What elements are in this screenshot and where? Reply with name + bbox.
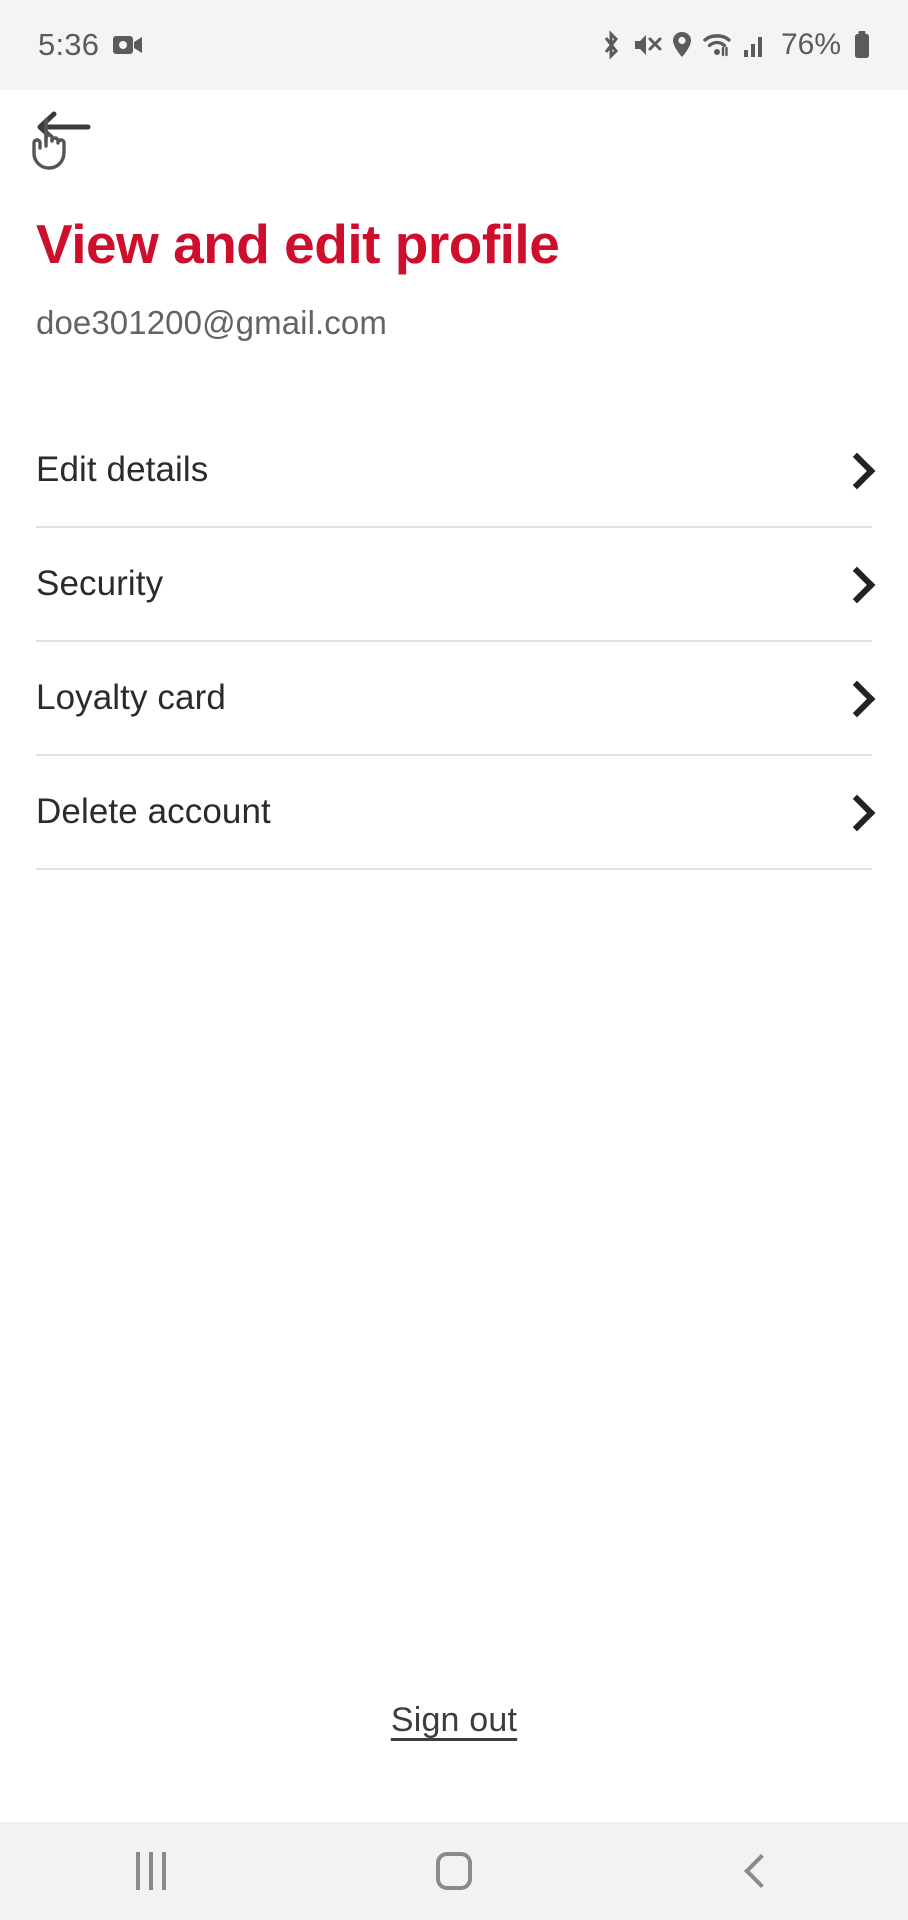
back-button[interactable] bbox=[26, 102, 98, 174]
battery-icon bbox=[852, 30, 872, 60]
screen-recording-icon bbox=[113, 34, 143, 56]
status-bar-left: 5:36 bbox=[38, 27, 143, 63]
location-icon bbox=[671, 30, 693, 60]
menu-item-loyalty-card[interactable]: Loyalty card bbox=[36, 642, 872, 756]
page-title: View and edit profile bbox=[36, 213, 560, 275]
battery-percent-label: 76% bbox=[780, 28, 841, 61]
recents-icon bbox=[136, 1852, 167, 1890]
profile-menu-list: Edit details Security Loyalty card Delet… bbox=[0, 414, 908, 870]
chevron-right-icon bbox=[842, 450, 868, 490]
menu-item-label: Edit details bbox=[36, 449, 209, 489]
account-email: doe301200@gmail.com bbox=[36, 303, 387, 341]
recents-button[interactable] bbox=[91, 1822, 211, 1920]
sign-out-link[interactable]: Sign out bbox=[391, 1701, 517, 1740]
chevron-right-icon bbox=[842, 678, 868, 718]
status-bar-right: 76% bbox=[599, 28, 872, 62]
status-time: 5:36 bbox=[38, 27, 100, 62]
menu-item-label: Delete account bbox=[36, 791, 271, 831]
menu-item-security[interactable]: Security bbox=[36, 528, 872, 642]
menu-item-label: Security bbox=[36, 563, 164, 603]
top-nav-area bbox=[0, 90, 908, 194]
home-button[interactable] bbox=[394, 1822, 514, 1920]
hand-cursor-icon bbox=[32, 118, 66, 170]
back-nav-button[interactable] bbox=[697, 1822, 817, 1920]
back-chevron-icon bbox=[743, 1854, 778, 1888]
menu-item-edit-details[interactable]: Edit details bbox=[36, 414, 872, 528]
phone-screen: 5:36 76% View and edit profile doe301200… bbox=[0, 0, 908, 1920]
sign-out-area: Sign out bbox=[0, 1701, 908, 1822]
menu-item-delete-account[interactable]: Delete account bbox=[36, 756, 872, 870]
chevron-right-icon bbox=[842, 564, 868, 604]
bluetooth-icon bbox=[599, 30, 623, 60]
status-bar: 5:36 76% bbox=[0, 0, 908, 90]
cellular-signal-icon bbox=[743, 32, 767, 58]
android-navigation-bar bbox=[0, 1822, 908, 1920]
volume-mute-icon bbox=[632, 31, 662, 59]
wifi-icon bbox=[702, 31, 734, 59]
chevron-right-icon bbox=[842, 792, 868, 832]
menu-item-label: Loyalty card bbox=[36, 677, 226, 717]
header-block: View and edit profile doe301200@gmail.co… bbox=[0, 194, 908, 342]
home-icon bbox=[435, 1852, 472, 1890]
